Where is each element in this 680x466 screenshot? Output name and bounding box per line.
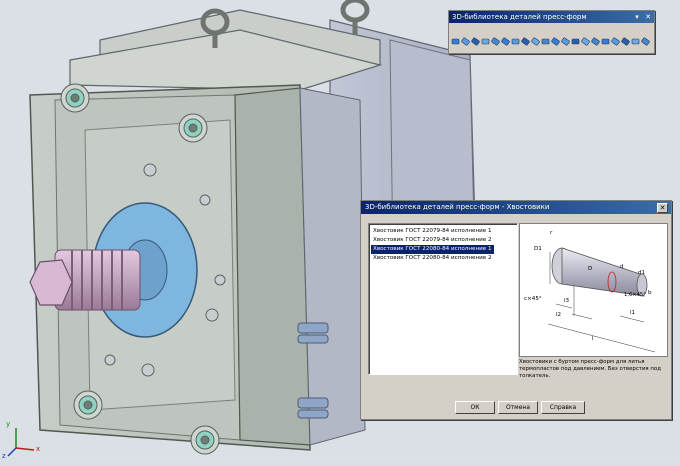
rod-icon[interactable] xyxy=(551,31,560,46)
close-icon[interactable]: ✕ xyxy=(657,203,668,213)
shank-list[interactable]: Хвостовик ГОСТ 22079-84 исполнение 1 Хво… xyxy=(368,223,518,375)
toolbar-menu-icon[interactable]: ▾ xyxy=(632,11,642,23)
dim-label: l xyxy=(592,336,594,342)
shank-selection-dialog: 3D-библиотека деталей пресс-форм - Хвост… xyxy=(360,200,672,420)
dim-label: l3 xyxy=(564,298,570,304)
toolbar-window-title: 3D-библиотека деталей пресс-форм xyxy=(452,13,587,21)
axis-y-label: y xyxy=(6,420,11,428)
ejector-icon[interactable] xyxy=(541,31,550,45)
dim-label: l2 xyxy=(556,312,562,318)
dim-label: 1,6×45° xyxy=(624,292,646,298)
part-preview: D1 r D d d1 c×45° l3 l2 l1 l b 1,6×45° xyxy=(519,223,668,357)
plate-icon[interactable] xyxy=(491,31,500,46)
screw-icon[interactable] xyxy=(601,31,610,45)
bushing-icon[interactable] xyxy=(511,31,520,45)
cylinder-icon[interactable] xyxy=(571,31,580,45)
cylinder-icon[interactable] xyxy=(461,31,470,46)
bolt-icon[interactable] xyxy=(561,31,570,46)
toolbar-window-titlebar[interactable]: 3D-библиотека деталей пресс-форм ▾ ✕ xyxy=(449,11,654,23)
sleeve-icon[interactable] xyxy=(481,31,490,45)
dim-label: D1 xyxy=(534,246,542,252)
bolt-icon[interactable] xyxy=(451,31,460,45)
library-toolbar xyxy=(451,26,651,48)
list-item-selected[interactable]: Хвостовик ГОСТ 22080-84 исполнение 1 xyxy=(370,244,495,255)
axis-z-label: z xyxy=(2,452,6,460)
list-item[interactable]: Хвостовик ГОСТ 22079-84 исполнение 1 xyxy=(371,227,494,236)
dialog-title: 3D-библиотека деталей пресс-форм - Хвост… xyxy=(365,203,550,211)
nozzle-icon[interactable] xyxy=(641,31,650,46)
pin-icon[interactable] xyxy=(581,31,590,46)
dim-label: d1 xyxy=(638,270,646,276)
help-button[interactable]: Справка xyxy=(541,401,585,414)
pin-icon[interactable] xyxy=(471,31,480,46)
dim-label: D xyxy=(588,266,593,272)
toolbar-close-icon[interactable]: ✕ xyxy=(643,11,653,23)
bolt-icon[interactable] xyxy=(631,31,640,45)
dim-label: c×45° xyxy=(524,296,542,302)
dim-label: d xyxy=(620,264,624,270)
pin-icon[interactable] xyxy=(531,31,540,46)
rod-icon[interactable] xyxy=(621,31,630,46)
list-item[interactable]: Хвостовик ГОСТ 22079-84 исполнение 2 xyxy=(371,236,494,245)
screw-icon[interactable] xyxy=(521,31,530,46)
dim-label: b xyxy=(648,290,652,296)
dim-label: l1 xyxy=(630,310,636,316)
library-toolbar-window: 3D-библиотека деталей пресс-форм ▾ ✕ xyxy=(448,10,655,54)
dialog-titlebar[interactable]: 3D-библиотека деталей пресс-форм - Хвост… xyxy=(361,201,671,214)
ok-button[interactable]: ОК xyxy=(455,401,495,414)
dim-label: r xyxy=(550,230,553,236)
list-item[interactable]: Хвостовик ГОСТ 22080-84 исполнение 2 xyxy=(371,254,494,263)
axis-x-label: x xyxy=(36,445,41,453)
spring-icon[interactable] xyxy=(591,31,600,46)
column-icon[interactable] xyxy=(501,31,510,46)
cancel-button[interactable]: Отмена xyxy=(498,401,538,414)
part-description: Хвостовики с буртом пресс-форм для литья… xyxy=(519,359,661,379)
ring-icon[interactable] xyxy=(611,31,620,46)
